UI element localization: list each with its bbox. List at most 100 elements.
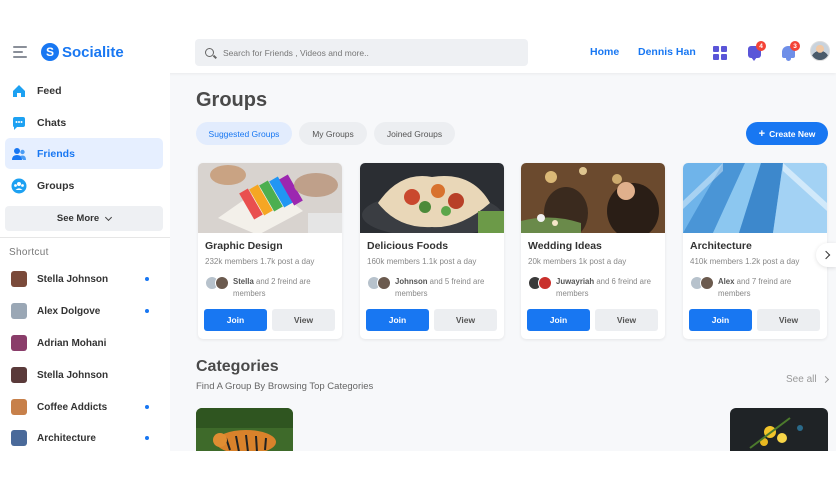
shortcut-name: Stella Johnson	[37, 369, 109, 381]
logo-text: Socialite	[62, 43, 124, 61]
shortcut-item[interactable]: Coffee Addicts	[11, 398, 161, 416]
groups-icon	[11, 178, 27, 193]
nav-user-link[interactable]: Dennis Han	[638, 46, 696, 58]
notifications-badge: 3	[790, 41, 800, 51]
group-title[interactable]: Architecture	[690, 240, 752, 252]
sidebar-item-label: Friends	[37, 147, 75, 160]
avatar	[11, 430, 27, 446]
search-bar[interactable]	[195, 39, 528, 66]
friend-name: Alex	[718, 277, 735, 286]
nav-home-link[interactable]: Home	[590, 46, 619, 58]
see-all-label: See all	[786, 374, 817, 385]
sidebar-item-chats[interactable]: Chats	[5, 107, 163, 138]
user-avatar[interactable]	[810, 41, 830, 61]
avatar	[215, 276, 229, 290]
avatar	[11, 367, 27, 383]
friend-avatars	[205, 276, 229, 290]
group-title[interactable]: Graphic Design	[205, 240, 283, 252]
shortcut-name: Coffee Addicts	[37, 401, 108, 413]
tab-suggested-groups[interactable]: Suggested Groups	[196, 122, 292, 145]
sidebar-item-groups[interactable]: Groups	[5, 170, 163, 201]
friends-text: Stella and 2 freind are members	[233, 276, 336, 299]
create-new-button[interactable]: + Create New	[746, 122, 828, 145]
sidebar-item-label: Feed	[37, 84, 62, 97]
join-button[interactable]: Join	[366, 309, 429, 331]
logo[interactable]: S Socialite	[41, 43, 124, 61]
categories-title: Categories	[196, 358, 279, 375]
view-button[interactable]: View	[757, 309, 820, 331]
group-card: Delicious Foods 160k members 1.1k post a…	[360, 163, 504, 339]
shortcut-item[interactable]: Adrian Mohani	[11, 334, 161, 352]
avatar	[11, 335, 27, 351]
shortcut-item[interactable]: Architecture	[11, 429, 161, 447]
view-button[interactable]: View	[272, 309, 335, 331]
friend-name: Juwayriah	[556, 277, 595, 286]
group-title[interactable]: Delicious Foods	[367, 240, 448, 252]
group-cover-image[interactable]	[683, 163, 827, 233]
tab-joined-groups[interactable]: Joined Groups	[374, 122, 455, 145]
view-button[interactable]: View	[595, 309, 658, 331]
carousel-next-arrow-icon[interactable]	[816, 243, 836, 267]
see-all-link[interactable]: See all	[786, 374, 829, 385]
online-indicator	[145, 309, 149, 313]
search-input[interactable]	[223, 47, 513, 58]
sidebar-item-feed[interactable]: Feed	[5, 75, 163, 106]
view-button[interactable]: View	[434, 309, 497, 331]
search-icon	[205, 48, 214, 57]
friend-name: Johnson	[395, 277, 428, 286]
menu-icon[interactable]	[13, 46, 27, 58]
create-new-label: Create New	[769, 128, 816, 139]
friend-avatars	[690, 276, 714, 290]
shortcut-name: Adrian Mohani	[37, 337, 107, 349]
join-button[interactable]: Join	[689, 309, 752, 331]
chevron-down-icon	[105, 213, 113, 221]
group-title[interactable]: Wedding Ideas	[528, 240, 602, 252]
friends-icon	[12, 147, 26, 160]
sidebar-item-friends[interactable]: Friends	[5, 138, 163, 169]
avatar	[700, 276, 714, 290]
friend-name: Stella	[233, 277, 254, 286]
shortcut-name: Architecture	[37, 432, 96, 444]
shortcut-item[interactable]: Stella Johnson	[11, 270, 161, 288]
group-card: Architecture 410k members 1.2k post a da…	[683, 163, 827, 339]
shortcut-item[interactable]: Alex Dolgove	[11, 302, 161, 320]
friend-avatars	[528, 276, 552, 290]
tab-my-groups[interactable]: My Groups	[299, 122, 367, 145]
shortcut-name: Stella Johnson	[37, 273, 109, 285]
see-more-label: See More	[56, 213, 100, 224]
home-icon	[13, 84, 25, 97]
join-button[interactable]: Join	[527, 309, 590, 331]
group-meta: 410k members 1.2k post a day	[690, 257, 800, 266]
chevron-right-icon	[821, 375, 829, 384]
bell-icon[interactable]: 3	[782, 41, 800, 61]
group-meta: 232k members 1.7k post a day	[205, 257, 315, 266]
see-more-button[interactable]: See More	[5, 206, 163, 231]
apps-grid-icon[interactable]	[713, 46, 727, 60]
shortcut-item[interactable]: Stella Johnson	[11, 366, 161, 384]
join-button[interactable]: Join	[204, 309, 267, 331]
group-meta: 160k members 1.1k post a day	[367, 257, 477, 266]
friends-text: Juwayriah and 6 freind are members	[556, 276, 659, 299]
friends-text: Johnson and 5 freind are members	[395, 276, 498, 299]
sidebar-item-label: Chats	[37, 116, 67, 129]
page-title: Groups	[196, 89, 268, 111]
logo-badge: S	[41, 43, 59, 61]
top-navbar: S Socialite Home Dennis Han 4 3	[0, 31, 836, 73]
online-indicator	[145, 405, 149, 409]
shortcut-heading: Shortcut	[9, 247, 49, 258]
plus-icon: +	[758, 127, 766, 140]
category-image-tiger[interactable]	[196, 408, 293, 451]
group-cover-image[interactable]	[198, 163, 342, 233]
group-cover-image[interactable]	[360, 163, 504, 233]
friends-text: Alex and 7 freind are members	[718, 276, 821, 299]
message-icon[interactable]: 4	[748, 41, 766, 61]
group-cover-image[interactable]	[521, 163, 665, 233]
avatar	[377, 276, 391, 290]
online-indicator	[145, 277, 149, 281]
group-meta: 20k members 1k post a day	[528, 257, 627, 266]
online-indicator	[145, 436, 149, 440]
chat-icon	[13, 116, 25, 130]
sidebar-item-label: Groups	[37, 179, 75, 192]
category-image-flowers[interactable]	[730, 408, 828, 451]
messages-badge: 4	[756, 41, 766, 51]
